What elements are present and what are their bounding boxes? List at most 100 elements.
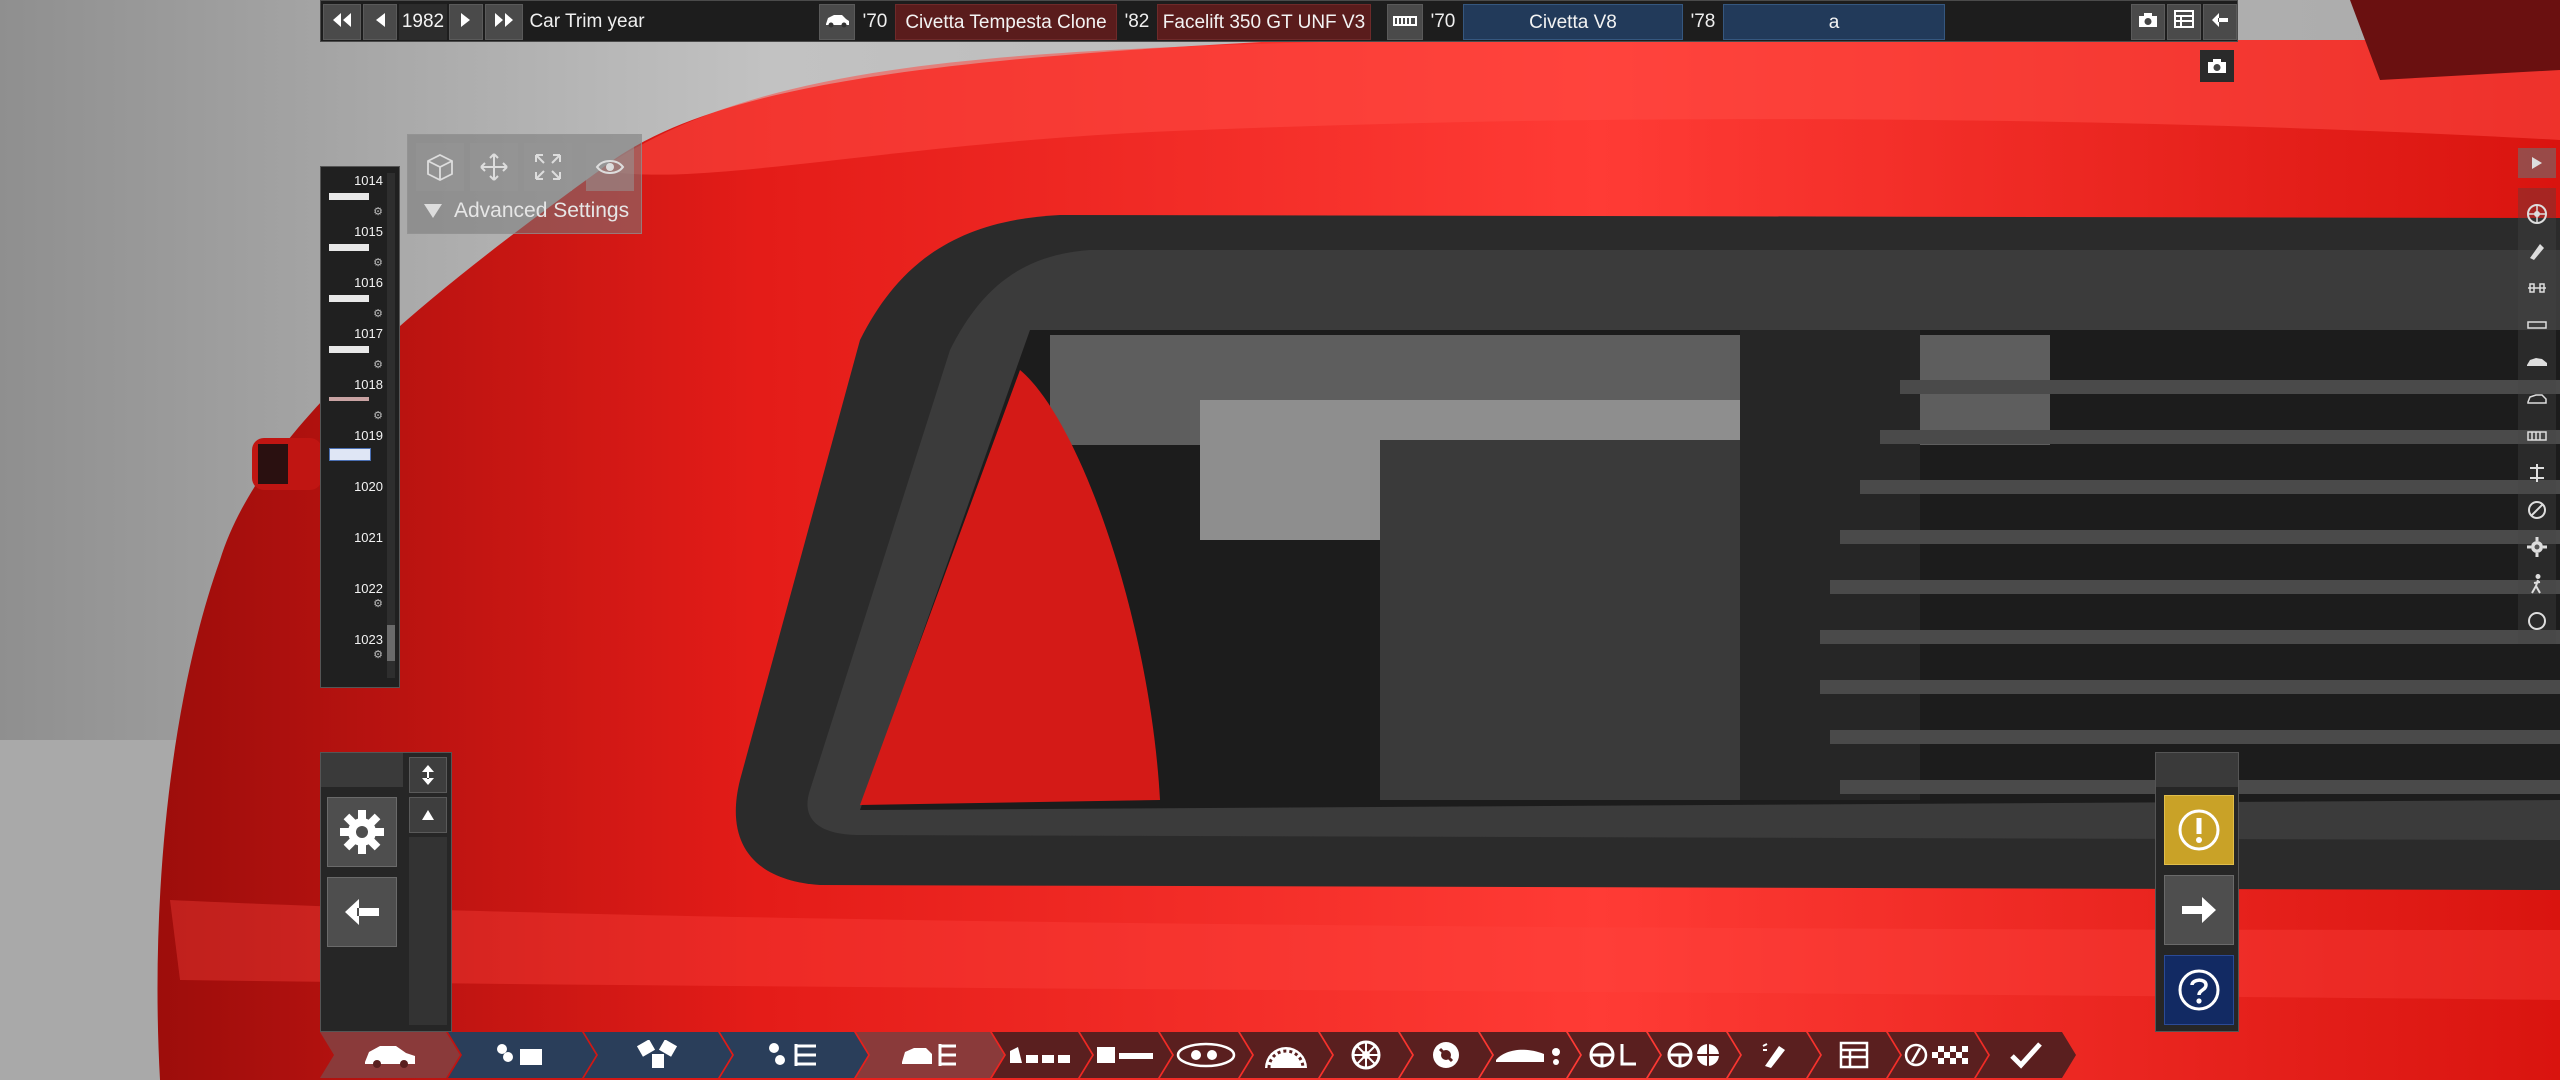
tab-seats[interactable] <box>992 1032 1092 1078</box>
category-brakes[interactable] <box>2521 494 2553 526</box>
year-first-button[interactable] <box>323 4 361 40</box>
year-last-button[interactable] <box>485 4 523 40</box>
fixture-icon: ⚙ <box>373 206 383 218</box>
advanced-settings-label: Advanced Settings <box>454 199 630 222</box>
tab-model[interactable] <box>320 1032 460 1078</box>
tab-engine-tune[interactable] <box>720 1032 868 1078</box>
trim-name[interactable]: Facelift 350 GT UNF V3 <box>1157 4 1371 40</box>
category-circle[interactable] <box>2521 605 2553 637</box>
move-arrows-icon <box>480 153 508 181</box>
engine-variant-name[interactable]: a <box>1723 4 1945 40</box>
list-item[interactable]: 1020 <box>327 477 385 527</box>
list-item[interactable]: 1021 <box>327 528 385 578</box>
tab-trim-active[interactable] <box>856 1032 1004 1078</box>
help-button[interactable] <box>2164 955 2234 1025</box>
tab-steering-weight[interactable] <box>1648 1032 1740 1078</box>
list-item[interactable]: 1014 ⚙ <box>327 171 385 221</box>
cube-icon <box>427 153 453 182</box>
triangle-up-icon <box>422 810 434 820</box>
category-drivetrain[interactable] <box>2521 457 2553 489</box>
engine-family-name[interactable]: Civetta V8 <box>1463 4 1683 40</box>
category-settings[interactable] <box>2521 531 2553 563</box>
tab-aero[interactable] <box>1480 1032 1580 1078</box>
arrow-left-icon <box>376 13 385 27</box>
question-icon <box>2178 969 2220 1011</box>
list-scrollbar[interactable] <box>387 173 395 678</box>
model-button[interactable] <box>819 4 855 40</box>
category-body[interactable] <box>2521 346 2553 378</box>
scrollbar-thumb[interactable] <box>387 625 395 661</box>
warning-button[interactable] <box>2164 795 2234 865</box>
back-button[interactable] <box>327 877 397 947</box>
category-suspension[interactable] <box>2521 272 2553 304</box>
triangle-right-icon <box>2532 157 2542 169</box>
list-item[interactable]: 1017 ⚙ <box>327 324 385 374</box>
triangle-down-icon <box>424 204 442 219</box>
tab-engine-parts[interactable] <box>584 1032 732 1078</box>
engine-block-icon <box>492 1041 552 1069</box>
trim-year: '82 <box>1124 11 1150 32</box>
tab-finish[interactable] <box>1976 1032 2076 1078</box>
scroll-up-button[interactable] <box>409 797 447 833</box>
wheel-icon <box>1350 1039 1382 1071</box>
double-arrow-left-icon <box>333 13 351 27</box>
arrow-right-icon <box>461 13 470 27</box>
vertical-slider-track[interactable] <box>409 837 447 1025</box>
tab-tyres[interactable] <box>1240 1032 1332 1078</box>
settings-button[interactable] <box>327 797 397 867</box>
category-paint[interactable] <box>2521 235 2553 267</box>
tab-driveability[interactable] <box>1568 1032 1660 1078</box>
tab-brakes[interactable] <box>1400 1032 1492 1078</box>
list-item[interactable]: 1023 ⚙ <box>327 630 385 680</box>
tab-wheels[interactable] <box>1320 1032 1412 1078</box>
panel-expand-button[interactable] <box>2518 148 2556 178</box>
scale-button[interactable] <box>524 143 572 191</box>
list-item[interactable]: 1019 <box>327 426 385 476</box>
fixture-icon: ⚙ <box>373 257 383 269</box>
right-control-panel <box>2155 752 2239 1032</box>
category-engine[interactable] <box>2521 420 2553 452</box>
car-icon <box>826 15 849 28</box>
fixture-icon: ⚙ <box>373 410 383 422</box>
tab-stats[interactable] <box>1808 1032 1900 1078</box>
tab-paint[interactable] <box>1728 1032 1820 1078</box>
engine-button[interactable] <box>1387 4 1423 40</box>
arrow-right-icon <box>2182 897 2216 923</box>
list-item[interactable]: 1016 ⚙ <box>327 273 385 323</box>
year-prev-button[interactable] <box>363 4 397 40</box>
move-button[interactable] <box>470 143 518 191</box>
list-item[interactable]: 1018 ⚙ <box>327 375 385 425</box>
fixtures-icon <box>1095 1043 1157 1067</box>
year-next-button[interactable] <box>449 4 483 40</box>
person-walking-icon <box>2531 574 2541 594</box>
screenshot-button[interactable] <box>2131 4 2165 40</box>
left-control-panel <box>320 752 452 1032</box>
interior-icon <box>1008 1043 1076 1067</box>
category-chassis[interactable] <box>2521 309 2553 341</box>
list-item[interactable]: 1022 ⚙ <box>327 579 385 629</box>
model-name[interactable]: Civetta Tempesta Clone <box>895 4 1117 40</box>
tab-testing[interactable] <box>1888 1032 1988 1078</box>
advanced-settings-toggle[interactable]: Advanced Settings <box>424 199 629 223</box>
pistons-icon <box>633 1040 683 1070</box>
fixture-icon: ⚙ <box>373 359 383 371</box>
tab-lights[interactable] <box>1160 1032 1252 1078</box>
expand-vertical-button[interactable] <box>409 757 447 793</box>
tab-fixtures[interactable] <box>1080 1032 1172 1078</box>
headlights-icon <box>1174 1041 1238 1069</box>
cube-view-button[interactable] <box>416 143 464 191</box>
stats-sheet-button[interactable] <box>2167 4 2201 40</box>
photo-mode-button[interactable] <box>2200 50 2234 82</box>
brake-disc-icon <box>2528 501 2546 519</box>
panel-header <box>321 753 403 787</box>
next-button[interactable] <box>2164 875 2234 945</box>
category-driver[interactable] <box>2521 568 2553 600</box>
category-wheels[interactable] <box>2521 198 2553 230</box>
sheet-icon <box>1839 1041 1869 1069</box>
visibility-button[interactable] <box>586 143 634 191</box>
list-item[interactable]: 1015 ⚙ <box>327 222 385 272</box>
panel-header <box>2156 753 2238 787</box>
exit-button[interactable] <box>2203 4 2237 40</box>
tab-engine-family[interactable] <box>448 1032 596 1078</box>
category-car[interactable] <box>2521 383 2553 415</box>
